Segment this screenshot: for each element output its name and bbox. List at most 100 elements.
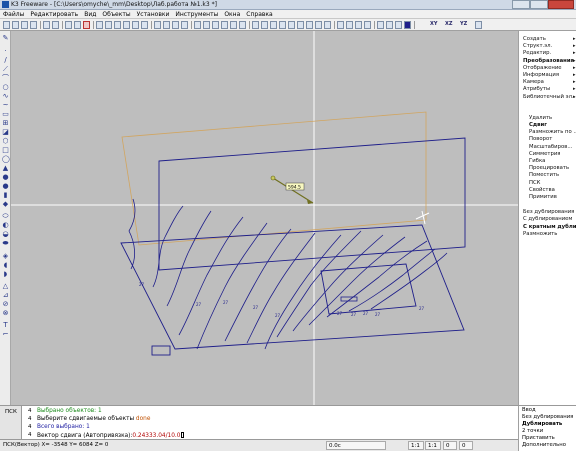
pan-icon[interactable] [230,21,237,29]
panel-sub_items-item[interactable]: Сдвиг▸ [529,122,547,128]
site-outline[interactable] [120,224,465,350]
view-side-icon[interactable] [172,21,179,29]
panel-items-item[interactable]: Отображение ▸ [523,65,576,71]
wireframe-icon[interactable] [261,21,268,29]
bulb-icon[interactable] [346,21,353,29]
redo-icon[interactable] [74,21,81,29]
extrude-tool-icon[interactable]: ⬭ [2,213,9,220]
panel-items-item[interactable]: Структ.эл. ▸ [523,43,576,49]
text-tool-icon[interactable]: T [2,322,9,329]
new-file-icon[interactable] [3,21,10,29]
menu-windows[interactable]: Окна [221,10,243,19]
option-enter[interactable]: Ввод [522,407,536,413]
revolve-tool-icon[interactable]: ◐ [2,222,9,229]
panel-items-item[interactable]: Редактир. ▸ [523,50,576,56]
inner-rectangle[interactable] [320,263,417,315]
render-icon[interactable] [279,21,286,29]
window-icon[interactable] [105,21,112,29]
spline-tool-icon[interactable]: ∿ [2,93,9,100]
chamfer-tool-icon[interactable]: ◗ [2,271,9,278]
shade-icon[interactable] [252,21,259,29]
measure-tool-icon[interactable]: ⊿ [2,292,9,299]
cylinder-tool-icon[interactable]: ▮ [2,192,9,199]
rotate-view-icon[interactable] [239,21,246,29]
drop-tool-icon[interactable]: ● [2,174,9,181]
panel-sub_items-item[interactable]: Размножить по ... [529,129,576,135]
frame-icon[interactable] [123,21,130,29]
grid-icon[interactable] [114,21,121,29]
snap-icon[interactable] [337,21,344,29]
menu-tools[interactable]: Инструменты [172,10,221,19]
menu-file[interactable]: Файлы [0,10,27,19]
section-icon[interactable] [324,21,331,29]
cone-tool-icon[interactable]: ▲ [2,165,9,172]
ellipse-tool-icon[interactable]: ◯ [2,156,10,163]
sphere-tool-icon[interactable]: ● [2,183,9,190]
delete-icon[interactable] [83,21,90,29]
layers-icon[interactable] [96,21,103,29]
save-icon[interactable] [21,21,28,29]
maximize-button[interactable] [530,0,548,9]
undo-icon[interactable] [65,21,72,29]
polygon-tool-icon[interactable]: ⬡ [2,138,9,145]
panel-sub_items-item[interactable]: Свойства▸ [529,187,555,193]
option-two-points[interactable]: 2 точки [522,428,543,434]
point-tool-icon[interactable]: · [2,48,9,55]
dimension-tool-icon[interactable]: ⌐ [2,331,9,338]
copy-icon[interactable] [52,21,59,29]
triangle-tool-icon[interactable]: △ [2,283,9,290]
mesh-tool-icon[interactable]: ⊞ [2,120,9,127]
view-cube-icon[interactable] [475,21,482,29]
panel-items-item[interactable]: Преобразования ▸ [523,58,576,64]
rectangle-tool-icon[interactable]: ▭ [2,111,9,118]
polyline-tool-icon[interactable]: ⟋ [2,66,9,73]
line-tool-icon[interactable]: / [2,57,9,64]
panel-sub_items-item[interactable]: Удалить [529,115,552,121]
arc-tool-icon[interactable]: ⌒ [2,75,9,82]
contour-lines[interactable] [128,198,448,350]
menu-edit[interactable]: Редактировать [27,10,81,19]
minimize-button[interactable] [512,0,530,9]
cancel-tool-icon[interactable]: ⊗ [2,310,9,317]
fillet-tool-icon[interactable]: ◖ [2,262,9,269]
camera-icon[interactable] [315,21,322,29]
panel-items-item[interactable]: Библиотечный эл... ▸ [523,94,576,100]
panel-options-item[interactable]: Размножить [523,231,557,237]
open-file-icon[interactable] [12,21,19,29]
list-icon[interactable] [141,21,148,29]
table-icon[interactable] [132,21,139,29]
properties-icon[interactable] [364,21,371,29]
option-additional[interactable]: Дополнительно [522,442,566,448]
panel-sub_items-item[interactable]: ПСК [529,180,540,186]
color-icon[interactable] [288,21,295,29]
panel-sub_items-item[interactable]: Гибка [529,158,545,164]
plan-rectangle[interactable] [158,137,466,271]
circle-tool-icon[interactable]: ○ [2,84,9,91]
menu-objects[interactable]: Объекты [99,10,133,19]
shape-tool-icon[interactable]: ◆ [2,201,9,208]
color-swatch-icon[interactable] [404,21,411,29]
panel-sub_items-item[interactable]: Поворот▸ [529,136,552,142]
drawing-canvas[interactable]: 27 27 27 27 27 27 27 27 27 27 594.5 [11,31,518,405]
zoom-window-icon[interactable] [212,21,219,29]
dropdown-icon[interactable] [386,21,393,29]
pencil-tool-icon[interactable]: ✎ [2,35,9,42]
view-xy-button[interactable]: XY [430,21,437,27]
small-square[interactable] [151,345,171,356]
panel-options-item[interactable]: С дублированием [523,216,572,222]
section-tool-icon[interactable]: ⊘ [2,301,9,308]
option-attach[interactable]: Приставить [522,435,555,441]
sweep-tool-icon[interactable]: ⬬ [2,240,9,247]
panel-sub_items-item[interactable]: Масштабиров...▸ [529,144,572,150]
view-iso-icon[interactable] [181,21,188,29]
panel-sub_items-item[interactable]: Поместить [529,172,559,178]
cut-icon[interactable] [43,21,50,29]
pencil-icon[interactable] [377,21,384,29]
option-duplicate[interactable]: Дублировать [522,421,562,427]
square-tool-icon[interactable]: □ [2,147,9,154]
vector-start-point[interactable] [270,175,276,181]
zoom-in-icon[interactable] [194,21,201,29]
view-yz-button[interactable]: YZ [460,21,467,27]
command-input[interactable]: Вектор сдвига (Автопривязка):0.24333.04/… [37,432,185,439]
panel-items-item[interactable]: Атрибуты ▸ [523,86,576,92]
